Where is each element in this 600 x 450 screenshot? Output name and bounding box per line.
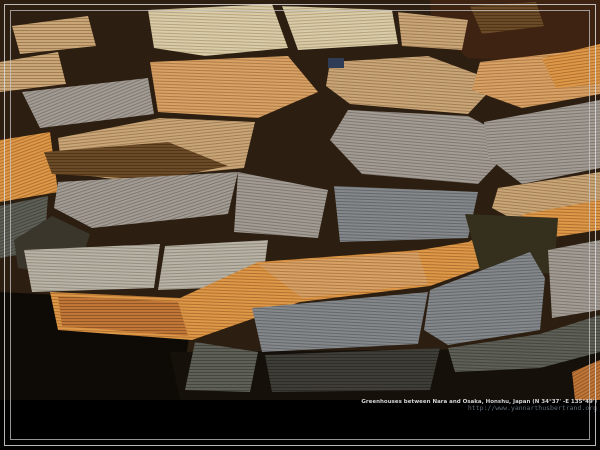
aerial-photo xyxy=(0,0,600,400)
wallpaper-screen: Greenhouses between Nara and Osaka, Hons… xyxy=(0,0,600,450)
photo-caption: Greenhouses between Nara and Osaka, Hons… xyxy=(361,399,597,412)
caption-url: http://www.yannarthusbertrand.org xyxy=(361,405,597,412)
